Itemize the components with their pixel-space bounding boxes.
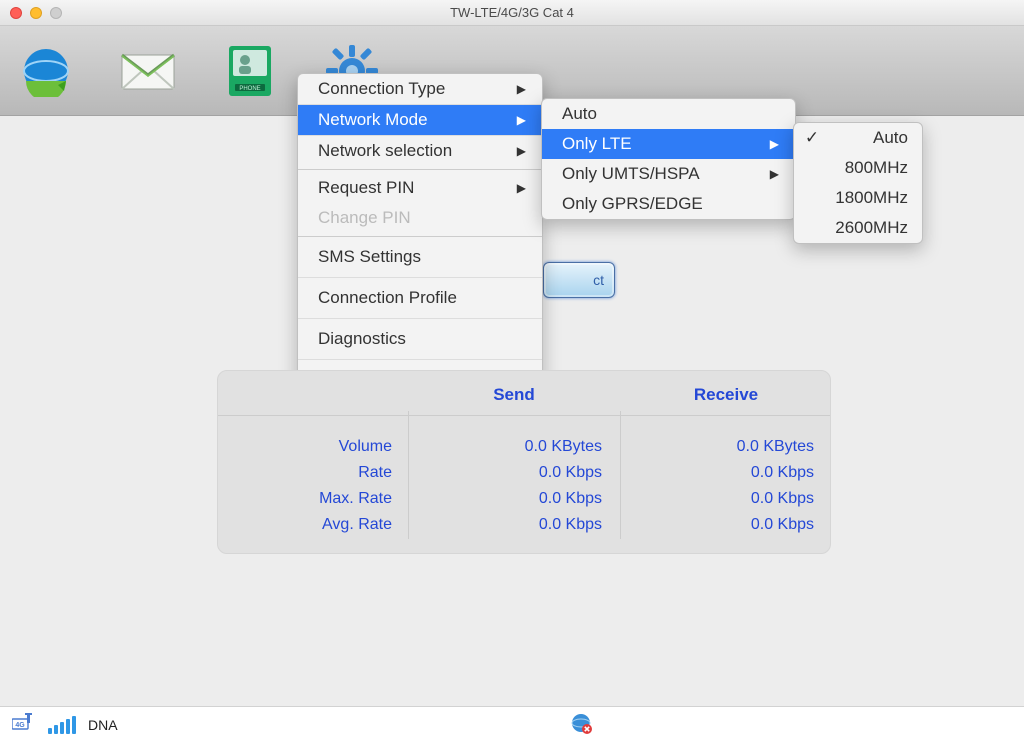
mode-only-lte[interactable]: Only LTE ▶ [542,129,795,159]
menu-item-label: Connection Profile [318,288,457,308]
stats-body: Volume 0.0 KBytes 0.0 KBytes Rate 0.0 Kb… [218,416,830,538]
submenu-arrow-icon: ▶ [770,167,779,181]
menu-network-mode[interactable]: Network Mode ▶ [298,105,542,136]
submenu-arrow-icon: ▶ [517,181,526,195]
menu-item-label: Only GPRS/EDGE [562,194,703,214]
titlebar: TW-LTE/4G/3G Cat 4 [0,0,1024,26]
stats-header-blank [218,385,408,405]
stats-receive-value: 0.0 Kbps [620,464,832,482]
menu-item-label: 2600MHz [835,218,908,238]
menu-network-selection[interactable]: Network selection ▶ [298,136,542,170]
divider [408,411,409,539]
mode-only-gprs[interactable]: Only GPRS/EDGE [542,189,795,219]
connection-icon[interactable] [18,43,74,99]
menu-item-label: Auto [873,128,908,148]
stats-row-rate: Rate 0.0 Kbps 0.0 Kbps [218,460,830,486]
stats-label: Max. Rate [218,490,408,508]
menu-connection-type[interactable]: Connection Type ▶ [298,74,542,105]
check-icon: ✓ [804,128,820,148]
menu-item-label: Only LTE [562,134,632,154]
stats-label: Volume [218,438,408,456]
sms-icon[interactable] [120,43,176,99]
menu-item-label: Connection Type [318,79,445,99]
mode-auto[interactable]: Auto [542,99,795,129]
band-auto[interactable]: ✓ Auto [794,123,922,153]
divider [620,411,621,539]
menu-item-label: Change PIN [318,208,411,228]
stats-send-value: 0.0 Kbps [408,490,620,508]
stats-row-volume: Volume 0.0 KBytes 0.0 KBytes [218,434,830,460]
menu-item-label: 800MHz [845,158,908,178]
stats-panel: Send Receive Volume 0.0 KBytes 0.0 KByte… [217,370,831,554]
stats-header-send: Send [408,385,620,405]
stats-row-avgrate: Avg. Rate 0.0 Kbps 0.0 Kbps [218,512,830,538]
statusbar: 4G DNA [0,706,1024,742]
stats-receive-value: 0.0 Kbps [620,490,832,508]
phonebook-icon[interactable]: PHONE [222,43,278,99]
menu-item-label: Diagnostics [318,329,406,349]
stats-send-value: 0.0 Kbps [408,464,620,482]
stats-header: Send Receive [218,385,830,416]
menu-connection-profile[interactable]: Connection Profile [298,278,542,319]
menu-item-label: Network selection [318,141,452,161]
tech-badge-icon: 4G [12,713,36,736]
stats-row-maxrate: Max. Rate 0.0 Kbps 0.0 Kbps [218,486,830,512]
menu-sms-settings[interactable]: SMS Settings [298,237,542,278]
svg-text:4G: 4G [15,722,25,729]
submenu-arrow-icon: ▶ [517,113,526,127]
menu-item-label: SMS Settings [318,247,421,267]
lte-band-menu: ✓ Auto 800MHz 1800MHz 2600MHz [793,122,923,244]
menu-change-pin: Change PIN [298,203,542,237]
submenu-arrow-icon: ▶ [770,137,779,151]
menu-item-label: 1800MHz [835,188,908,208]
stats-receive-value: 0.0 KBytes [620,438,832,456]
stats-label: Avg. Rate [218,516,408,534]
stats-header-receive: Receive [620,385,832,405]
operator-label: DNA [88,717,118,733]
stats-receive-value: 0.0 Kbps [620,516,832,534]
network-status-icon [570,712,592,737]
stats-send-value: 0.0 Kbps [408,516,620,534]
signal-strength-icon [48,716,76,734]
window-title: TW-LTE/4G/3G Cat 4 [0,5,1024,20]
stats-label: Rate [218,464,408,482]
mode-only-umts[interactable]: Only UMTS/HSPA ▶ [542,159,795,189]
band-800[interactable]: 800MHz [794,153,922,183]
svg-text:PHONE: PHONE [239,86,260,92]
submenu-arrow-icon: ▶ [517,144,526,158]
submenu-arrow-icon: ▶ [517,82,526,96]
stats-send-value: 0.0 KBytes [408,438,620,456]
menu-item-label: Network Mode [318,110,428,130]
menu-diagnostics[interactable]: Diagnostics [298,319,542,360]
menu-item-label: Only UMTS/HSPA [562,164,700,184]
menu-request-pin[interactable]: Request PIN ▶ [298,170,542,203]
menu-item-label: Request PIN [318,178,414,198]
menu-item-label: Auto [562,104,597,124]
connect-button[interactable]: ct [543,262,615,298]
band-1800[interactable]: 1800MHz [794,183,922,213]
network-mode-menu: Auto Only LTE ▶ Only UMTS/HSPA ▶ Only GP… [541,98,796,220]
band-2600[interactable]: 2600MHz [794,213,922,243]
settings-menu: Connection Type ▶ Network Mode ▶ Network… [297,73,543,401]
